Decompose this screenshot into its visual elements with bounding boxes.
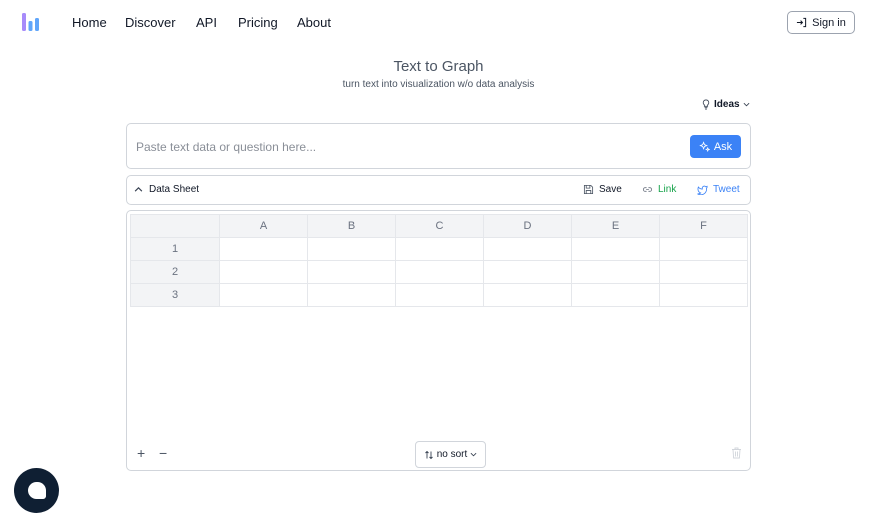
sign-in-icon [797,17,807,28]
grid-cell[interactable] [395,237,484,261]
grid-cell[interactable] [659,260,748,284]
ask-label: Ask [713,140,733,153]
page-title: Text to Graph [393,58,484,75]
save-button[interactable]: Save [583,184,622,195]
page-subtitle: turn text into visualization w/o data an… [342,79,535,90]
save-icon [583,184,594,195]
twitter-icon [697,185,708,195]
column-header-row: A B C D E F [130,214,748,238]
link-button[interactable]: Link [642,184,676,195]
ideas-dropdown[interactable]: Ideas [701,99,750,110]
grid-cell[interactable] [307,283,396,307]
grid-cell[interactable] [219,260,308,284]
spreadsheet-grid: A B C D E F 1 2 3 [130,214,748,307]
ask-button[interactable]: Ask [690,135,741,158]
table-row: 1 [130,237,748,261]
grid-cell[interactable] [659,237,748,261]
column-header[interactable]: E [571,214,660,238]
grid-cell[interactable] [571,237,660,261]
grid-cell[interactable] [219,283,308,307]
grid-cell[interactable] [659,283,748,307]
chevron-down-icon [470,452,477,457]
column-header[interactable]: A [219,214,308,238]
column-header[interactable]: B [307,214,396,238]
column-header[interactable]: D [483,214,572,238]
chevron-up-icon [134,187,143,192]
row-header[interactable]: 1 [130,237,220,261]
data-sheet-bar: Data Sheet Save Link Tweet [126,175,751,205]
grid-cell[interactable] [395,260,484,284]
remove-row-button[interactable]: − [159,445,167,461]
grid-cell[interactable] [395,283,484,307]
link-icon [642,187,653,192]
data-sheet-panel: A B C D E F 1 2 3 + − no sort [126,210,751,471]
nav-api[interactable]: API [196,15,217,30]
logo-icon[interactable] [22,13,40,31]
top-nav: Home Discover API Pricing About Sign in [0,0,877,46]
trash-icon[interactable] [731,447,742,459]
grid-cell[interactable] [571,283,660,307]
nav-about[interactable]: About [297,15,331,30]
nav-discover[interactable]: Discover [125,15,176,30]
grid-cell[interactable] [571,260,660,284]
link-label: Link [658,184,677,195]
sign-in-label: Sign in [812,16,846,29]
add-row-button[interactable]: + [137,445,145,461]
grid-cell[interactable] [483,237,572,261]
tweet-label: Tweet [713,184,740,195]
grid-cell[interactable] [483,283,572,307]
column-header[interactable]: C [395,214,484,238]
grid-cell[interactable] [307,260,396,284]
grid-corner-cell[interactable] [130,214,220,238]
data-sheet-label: Data Sheet [149,184,200,195]
tweet-button[interactable]: Tweet [697,184,740,195]
table-row: 2 [130,260,748,284]
sort-arrows-icon [424,450,433,459]
grid-cell[interactable] [483,260,572,284]
lightbulb-icon [702,99,710,110]
chevron-down-icon [743,102,750,107]
ideas-label: Ideas [714,99,740,110]
save-label: Save [599,184,622,195]
table-row: 3 [130,283,748,307]
text-input-box: Ask [126,123,751,169]
row-header[interactable]: 2 [130,260,220,284]
text-data-input[interactable] [136,136,676,158]
sign-in-button[interactable]: Sign in [787,11,855,34]
sort-dropdown[interactable]: no sort [415,441,486,468]
sparkles-icon [699,141,710,152]
nav-pricing[interactable]: Pricing [238,15,278,30]
grid-cell[interactable] [307,237,396,261]
chat-widget-button[interactable] [14,468,59,513]
data-sheet-toggle[interactable]: Data Sheet [134,184,199,195]
nav-home[interactable]: Home [72,15,107,30]
chat-bubble-icon [27,482,46,499]
grid-cell[interactable] [219,237,308,261]
column-header[interactable]: F [659,214,748,238]
row-header[interactable]: 3 [130,283,220,307]
sort-label: no sort [436,449,468,460]
